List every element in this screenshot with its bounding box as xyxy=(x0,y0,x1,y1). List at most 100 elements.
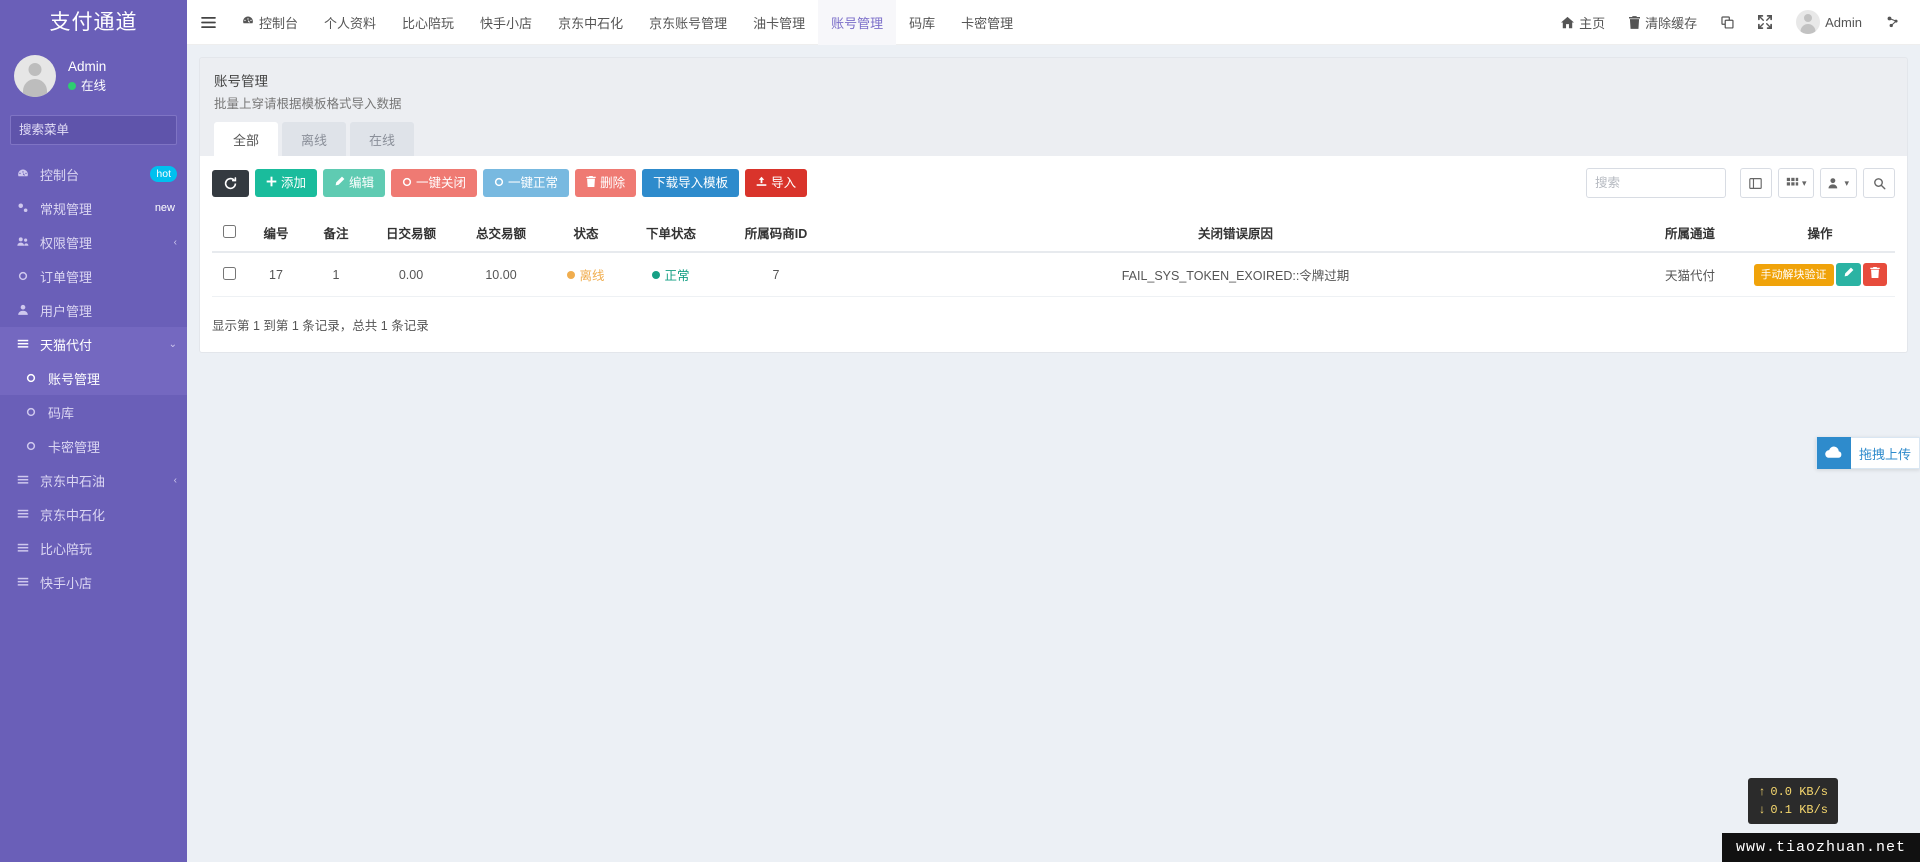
circle-icon xyxy=(14,271,32,281)
settings-icon[interactable] xyxy=(1874,0,1912,45)
table-header-10: 操作 xyxy=(1745,214,1895,253)
toolbar-button-1[interactable]: 编辑 xyxy=(323,169,386,197)
sidebar-item-label: 比心陪玩 xyxy=(40,541,93,557)
sidebar-item-4[interactable]: 用户管理 xyxy=(0,293,187,327)
table-header-3: 日交易额 xyxy=(366,214,456,253)
sidebar-item-9[interactable]: 京东中石油 ‹ xyxy=(0,463,187,497)
content-area: 账号管理 批量上穿请根据模板格式导入数据 全部 离线 在线 添加 编辑 一键关闭 一键正常… xyxy=(187,45,1920,862)
sidebar-item-2[interactable]: 权限管理 ‹ xyxy=(0,225,187,259)
tab-0[interactable]: 全部 xyxy=(214,122,279,156)
top-nav-label: 京东账号管理 xyxy=(649,15,728,31)
toolbar-button-0[interactable]: 添加 xyxy=(255,169,318,197)
sidebar-item-11[interactable]: 比心陪玩 xyxy=(0,531,187,565)
toolbar-button-6[interactable]: 导入 xyxy=(745,169,808,197)
drag-upload-widget[interactable]: 拖拽上传 xyxy=(1815,437,1920,469)
home-button[interactable]: 主页 xyxy=(1549,0,1617,45)
sidebar-item-label: 京东中石油 xyxy=(40,473,106,489)
drag-upload-label: 拖拽上传 xyxy=(1858,446,1911,462)
toolbar-button-label: 一键关闭 xyxy=(416,175,467,190)
fullscreen-icon[interactable] xyxy=(1746,0,1784,45)
table-head: 编号 备注 日交易额 总交易额 状态 下单状态 所属码商ID 关闭错误原因 所属通道 操作 xyxy=(212,214,1895,253)
sidebar-item-10[interactable]: 京东中石化 xyxy=(0,497,187,531)
sidebar-item-12[interactable]: 快手小店 xyxy=(0,565,187,599)
page-subtitle: 批量上穿请根据模板格式导入数据 xyxy=(214,97,402,111)
toolbar-button-label: 导入 xyxy=(771,175,797,190)
tab-1[interactable]: 离线 xyxy=(282,122,347,156)
toolbar-button-2[interactable]: 一键关闭 xyxy=(391,169,478,197)
row-action-2[interactable] xyxy=(1862,263,1887,287)
table-header-8: 关闭错误原因 xyxy=(836,214,1635,253)
refresh-button[interactable] xyxy=(212,169,249,197)
clear-cache-label: 清除缓存 xyxy=(1645,15,1698,31)
table-header-7: 所属码商ID xyxy=(716,214,836,253)
sidebar-item-7[interactable]: 码库 xyxy=(0,395,187,429)
topbar-right: 主页 清除缓存 Admin xyxy=(1549,0,1912,45)
user-status: 在线 xyxy=(68,77,106,95)
user-name: Admin xyxy=(68,59,107,75)
toolbar-button-label: 添加 xyxy=(281,175,307,190)
top-nav-item-6[interactable]: 油卡管理 xyxy=(740,0,818,45)
online-dot-icon xyxy=(68,81,76,90)
user-icon xyxy=(14,304,32,316)
clone-icon[interactable] xyxy=(1709,0,1746,45)
sidebar-item-label: 天猫代付 xyxy=(40,337,93,353)
top-nav-item-3[interactable]: 快手小店 xyxy=(467,0,545,45)
cell-remark: 1 xyxy=(306,252,366,298)
table-header-2: 备注 xyxy=(306,214,366,253)
table-header-1: 编号 xyxy=(246,214,306,253)
refresh-icon xyxy=(224,176,237,189)
table-search-input[interactable] xyxy=(1585,168,1726,198)
user-menu[interactable]: Admin xyxy=(1784,0,1874,45)
top-nav-label: 快手小店 xyxy=(480,15,533,31)
search-input[interactable] xyxy=(11,123,187,137)
table-row: 17 1 0.00 10.00 离线 正常 7 FAIL_SYS_TOKEN_EXOIRED:… xyxy=(212,252,1895,298)
export-icon[interactable]: ▾ xyxy=(1820,168,1857,198)
sidebar-item-5[interactable]: 天猫代付 ⌄ xyxy=(0,327,187,361)
top-nav-item-0[interactable]: 控制台 xyxy=(229,0,311,45)
sidebar-item-3[interactable]: 订单管理 xyxy=(0,259,187,293)
row-action-1[interactable] xyxy=(1835,263,1861,287)
topbar-user-name: Admin xyxy=(1825,14,1862,30)
top-nav-item-8[interactable]: 码库 xyxy=(896,0,948,45)
circle-icon xyxy=(22,407,40,417)
top-nav-item-4[interactable]: 京东中石化 xyxy=(545,0,636,45)
sidebar-item-0[interactable]: 控制台 hot xyxy=(0,157,187,191)
sidebar-item-8[interactable]: 卡密管理 xyxy=(0,429,187,463)
circle-icon xyxy=(494,177,504,190)
top-nav-item-9[interactable]: 卡密管理 xyxy=(948,0,1026,45)
sidebar-item-1[interactable]: 常规管理 new xyxy=(0,191,187,225)
row-checkbox[interactable] xyxy=(222,266,236,280)
sidebar-item-label: 权限管理 xyxy=(40,235,93,251)
columns-icon[interactable] xyxy=(1739,168,1772,198)
search-icon[interactable] xyxy=(1863,168,1895,198)
toolbar-button-3[interactable]: 一键正常 xyxy=(483,169,570,197)
list-icon xyxy=(14,576,32,588)
tab-label: 离线 xyxy=(301,133,328,148)
top-nav-item-1[interactable]: 个人资料 xyxy=(311,0,389,45)
list-icon xyxy=(14,542,32,554)
top-nav: 控制台 个人资料 比心陪玩 快手小店 京东中石化 京东账号管理 油卡管理 账号管理 码库 卡密管理 xyxy=(229,0,1026,45)
tab-2[interactable]: 在线 xyxy=(350,122,415,156)
sidebar-item-label: 订单管理 xyxy=(40,269,93,285)
toolbar-button-4[interactable]: 删除 xyxy=(575,169,637,197)
clear-cache-button[interactable]: 清除缓存 xyxy=(1617,0,1709,45)
grid-icon[interactable]: ▾ xyxy=(1777,168,1815,198)
sidebar-item-label: 用户管理 xyxy=(40,303,93,319)
top-nav-item-7[interactable]: 账号管理 xyxy=(818,0,897,45)
toolbar: 添加 编辑 一键关闭 一键正常 删除 下载导入模板 导入 搜索 ▾ ▾ xyxy=(212,168,1895,198)
top-nav-item-5[interactable]: 京东账号管理 xyxy=(636,0,740,45)
sidebar-item-6[interactable]: 账号管理 xyxy=(0,361,187,395)
hamburger-icon[interactable] xyxy=(187,0,229,45)
row-action-0[interactable]: 手动解块验证 xyxy=(1753,264,1834,287)
user-status-label: 在线 xyxy=(81,78,107,93)
panel-body: 添加 编辑 一键关闭 一键正常 删除 下载导入模板 导入 搜索 ▾ ▾ 编号 备… xyxy=(199,156,1908,354)
top-nav-label: 京东中石化 xyxy=(558,15,624,31)
toolbar-button-5[interactable]: 下载导入模板 xyxy=(642,169,740,197)
cell-id: 17 xyxy=(246,252,306,298)
download-arrow-icon: ↓ xyxy=(1758,803,1766,817)
top-nav-item-2[interactable]: 比心陪玩 xyxy=(389,0,467,45)
dashboard-icon xyxy=(242,15,254,30)
toolbar-buttons: 添加 编辑 一键关闭 一键正常 删除 下载导入模板 导入 xyxy=(255,169,808,197)
select-all-checkbox[interactable] xyxy=(222,224,236,238)
sidebar-search[interactable] xyxy=(10,115,187,145)
